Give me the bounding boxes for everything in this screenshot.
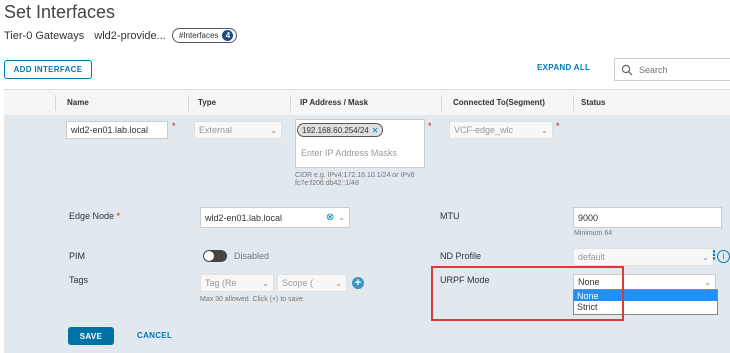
pim-toggle[interactable] [203,250,227,262]
save-button[interactable]: SAVE [68,327,114,345]
page-title: Set Interfaces [4,2,116,22]
interfaces-tag-label: #Interfaces [178,31,219,40]
add-interface-button[interactable]: ADD INTERFACE [4,60,92,79]
ip-address-chip[interactable]: 192.168.60.254/24 ✕ [297,123,384,137]
mtu-value: 9000 [578,212,599,223]
annotation-highlight-box [431,266,624,321]
toggle-knob [204,251,214,261]
info-icon[interactable]: i [717,250,730,263]
chevron-down-icon: ⌄ [704,277,711,287]
breadcrumb-tier0-link[interactable]: Tier-0 Gateways [4,30,84,42]
edge-node-label: Edge Node * [69,211,121,221]
search-box[interactable] [614,58,730,81]
column-type-header[interactable]: Type [198,98,216,107]
clear-icon[interactable]: ⊗ [326,212,334,223]
scope-placeholder: Scope ( [282,278,314,288]
nd-profile-value: default [578,252,606,262]
column-segment-header[interactable]: Connected To(Segment) [453,98,545,107]
column-separator [55,95,56,111]
column-status-header[interactable]: Status [581,98,605,107]
breadcrumb-gateway-name[interactable]: wld2-provide... [94,30,166,42]
segment-select: VCF-edge_wlc ⌄ [449,121,553,139]
mtu-label: MTU [440,211,460,221]
segment-value: VCF-edge_wlc [454,125,514,135]
interface-name-value: wld2-en01.lab.local [71,125,149,135]
type-value: External [199,125,233,135]
mtu-hint: Minimum 64 [574,230,613,237]
interfaces-tag[interactable]: #Interfaces 4 [171,28,238,43]
nd-profile-select[interactable]: default ⌄ [573,248,714,266]
search-input[interactable] [637,63,721,76]
edge-node-value: wld2-en01.lab.local [205,212,283,223]
tags-label: Tags [69,275,89,285]
pim-state: Disabled [234,251,270,261]
add-tag-icon[interactable]: + [352,277,364,289]
tags-hint: Max 30 allowed. Click (+) to save. [200,296,305,303]
tag-input[interactable]: Tag (Re ⌄ [200,274,274,292]
chevron-down-icon: ⌄ [541,125,548,135]
cancel-button[interactable]: CANCEL [137,331,172,340]
search-icon [621,64,633,75]
chip-remove-icon[interactable]: ✕ [372,126,379,135]
table-header: Name Type IP Address / Mask Connected To… [4,89,730,117]
mtu-input[interactable]: 9000 [573,207,722,228]
required-marker: * [556,121,560,131]
column-separator [290,95,291,111]
required-marker: * [428,121,432,131]
required-marker: * [172,121,176,131]
interfaces-count-badge: 4 [222,30,234,41]
nd-profile-label: ND Profile [440,251,482,261]
column-name-header[interactable]: Name [67,98,89,107]
column-ip-header[interactable]: IP Address / Mask [300,98,368,107]
chevron-down-icon: ⌄ [338,213,345,222]
pim-label: PIM [69,251,86,261]
interface-name-input[interactable]: wld2-en01.lab.local [66,121,168,139]
chevron-down-icon: ⌄ [270,125,277,135]
chevron-down-icon: ⌄ [335,278,342,288]
tag-placeholder: Tag (Re [205,278,237,288]
expand-all-link[interactable]: EXPAND ALL [537,63,590,72]
cidr-hint: CIDR e.g. IPv4:172.16.10.1/24 or IPv6 fc… [295,172,415,187]
edge-node-select[interactable]: wld2-en01.lab.local ⊗ ⌄ [200,207,350,228]
scope-input[interactable]: Scope ( ⌄ [277,274,347,292]
ip-chip-value: 192.168.60.254/24 [302,125,369,135]
column-separator [441,95,442,111]
chevron-down-icon: ⌄ [262,278,269,288]
column-separator [188,95,189,111]
column-separator [573,95,574,111]
type-select: External ⌄ [194,121,282,139]
ip-address-input[interactable]: Enter IP Address Masks [301,148,397,158]
breadcrumb: Tier-0 Gateways wld2-provide... #Interfa… [4,28,238,43]
